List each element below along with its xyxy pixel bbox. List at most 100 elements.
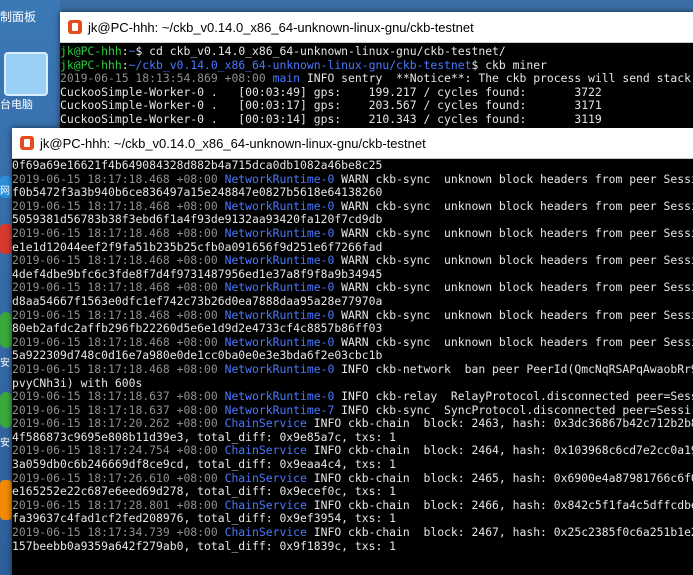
window-title-front: jk@PC-hhh: ~/ckb_v0.14.0_x86_64-unknown-… xyxy=(40,135,426,151)
terminal-text-segment: 2019-06-15 18:17:34.739 +08:00 xyxy=(12,525,225,540)
terminal-text-segment: 4f586873c9695e808b11d39e3, total_diff: 0… xyxy=(12,429,397,444)
terminal-text-segment: ChainService xyxy=(224,525,307,540)
terminal-line: e1e1d12044eef2f9fa51b235b25cfb0a091656f9… xyxy=(12,239,693,255)
terminal-text-segment: 2019-06-15 18:17:28.801 +08:00 xyxy=(12,497,225,512)
terminal-text-segment: fa39637c4fad1cf2fed208976, total_diff: 0… xyxy=(12,511,397,526)
terminal-text-segment: e1e1d12044eef2f9fa51b235b25cfb0a091656f9… xyxy=(12,239,383,254)
terminal-text-segment: 2019-06-15 18:17:18.468 +08:00 xyxy=(12,225,225,240)
terminal-text-segment: 2019-06-15 18:13:54.869 +08:00 xyxy=(60,71,273,86)
terminal-line: 5059381d56783b38f3ebd6f1a4f93de9132aa934… xyxy=(12,213,693,227)
security-app-icon[interactable] xyxy=(0,312,12,348)
terminal-line: fa39637c4fad1cf2fed208976, total_diff: 0… xyxy=(12,512,693,526)
terminal-text-segment: 0f69a69e16621f4b649084328d882b4a715dca0d… xyxy=(12,159,383,172)
terminal-line: e165252e22c687e6eed69d278, total_diff: 0… xyxy=(12,484,693,499)
terminal-text-segment: WARN ckb-sync unknown block headers from… xyxy=(334,307,693,322)
terminal-text-segment: 2019-06-15 18:17:18.637 +08:00 xyxy=(12,402,225,417)
terminal-line: 2019-06-15 18:17:18.468 +08:00 NetworkRu… xyxy=(12,281,693,295)
terminal-text-segment: INFO ckb-chain block: 2467, hash: 0x25c2… xyxy=(306,525,693,540)
terminal-text-segment: WARN ckb-sync unknown block headers from… xyxy=(334,280,693,295)
terminal-text-segment: INFO ckb-chain block: 2465, hash: 0x6900… xyxy=(306,470,693,485)
terminal-text-segment: NetworkRuntime-0 xyxy=(224,198,335,213)
terminal-text-segment: ChainService xyxy=(224,497,307,512)
terminal-line: 2019-06-15 18:17:28.801 +08:00 ChainServ… xyxy=(12,497,693,513)
title-bar-front[interactable]: jk@PC-hhh: ~/ckb_v0.14.0_x86_64-unknown-… xyxy=(12,128,693,159)
terminal-line: 2019-06-15 18:17:18.468 +08:00 NetworkRu… xyxy=(12,307,693,323)
terminal-text-segment: d8aa54667f1563e0dfc1ef742c73b26d0ea7888d… xyxy=(12,293,383,308)
terminal-text-segment: NetworkRuntime-7 xyxy=(224,402,335,417)
terminal-line: jk@PC-hhh:~/ckb_v0.14.0_x86_64-unknown-l… xyxy=(60,57,693,73)
terminal-text-segment: CuckooSimple-Worker-0 . [00:03:49] gps: … xyxy=(60,84,602,99)
terminal-text-segment: NetworkRuntime-0 xyxy=(224,389,335,404)
security-app-icon-2[interactable] xyxy=(0,392,12,428)
terminal-output-back[interactable]: jk@PC-hhh:~$ cd ckb_v0.14.0_x86_64-unkno… xyxy=(60,43,693,127)
terminal-text-segment: ~/ckb_v0.14.0_x86_64-unknown-linux-gnu/c… xyxy=(128,57,472,72)
terminal-line: 0f69a69e16621f4b649084328d882b4a715dca0d… xyxy=(12,159,693,173)
terminal-text-segment: INFO ckb-sync SyncProtocol.disconnected … xyxy=(334,402,691,417)
terminal-text-segment: 2019-06-15 18:17:26.610 +08:00 xyxy=(12,470,225,485)
terminal-line: 2019-06-15 18:17:18.637 +08:00 NetworkRu… xyxy=(12,402,693,418)
terminal-text-segment: CuckooSimple-Worker-0 . [00:03:14] gps: … xyxy=(60,111,602,126)
terminal-text-segment: jk@PC-hhh xyxy=(60,57,122,72)
terminal-text-segment: main xyxy=(272,71,301,86)
terminal-text-segment: INFO ckb-chain block: 2464, hash: 0x1039… xyxy=(306,443,693,458)
terminal-line: CuckooSimple-Worker-0 . [00:03:14] gps: … xyxy=(60,111,693,127)
terminal-text-segment: 2019-06-15 18:17:24.754 +08:00 xyxy=(12,443,225,458)
terminal-line: 2019-06-15 18:17:18.468 +08:00 NetworkRu… xyxy=(12,225,693,241)
terminal-text-segment: NetworkRuntime-0 xyxy=(224,171,335,186)
terminal-text-segment: NetworkRuntime-0 xyxy=(224,307,335,322)
computer-icon-label: 台电脑 xyxy=(0,99,33,111)
terminal-text-segment: 2019-06-15 18:17:18.468 +08:00 xyxy=(12,171,225,186)
title-bar-back[interactable]: jk@PC-hhh: ~/ckb_v0.14.0_x86_64-unknown-… xyxy=(60,12,693,43)
terminal-text-segment: e165252e22c687e6eed69d278, total_diff: 0… xyxy=(12,484,397,499)
window-title-back: jk@PC-hhh: ~/ckb_v0.14.0_x86_64-unknown-… xyxy=(88,19,474,35)
app-icon-red[interactable] xyxy=(0,224,12,254)
terminal-text-segment: ChainService xyxy=(224,470,307,485)
terminal-line: 2019-06-15 18:17:18.468 +08:00 NetworkRu… xyxy=(12,171,693,187)
terminal-line: 2019-06-15 18:17:26.610 +08:00 ChainServ… xyxy=(12,470,693,486)
terminal-text-segment: INFO ckb-chain block: 2463, hash: 0x3dc3… xyxy=(306,416,693,431)
terminal-text-segment: WARN ckb-sync unknown block headers from… xyxy=(334,171,693,186)
app-icon-orange[interactable] xyxy=(0,480,12,520)
terminal-text-segment: NetworkRuntime-0 xyxy=(224,334,335,349)
terminal-line: 2019-06-15 18:17:20.262 +08:00 ChainServ… xyxy=(12,416,693,431)
ubuntu-terminal-icon xyxy=(68,20,82,34)
terminal-output-front[interactable]: 0f69a69e16621f4b649084328d882b4a715dca0d… xyxy=(12,159,693,553)
terminal-line: 2019-06-15 18:17:24.754 +08:00 ChainServ… xyxy=(12,444,693,458)
terminal-text-segment: 2019-06-15 18:17:18.468 +08:00 xyxy=(12,198,225,213)
terminal-text-segment: : xyxy=(121,57,129,72)
terminal-text-segment: 2019-06-15 18:17:18.637 +08:00 xyxy=(12,389,225,404)
terminal-text-segment: pvyCNh3i) with 600s xyxy=(12,375,143,390)
terminal-text-segment: NetworkRuntime-0 xyxy=(224,280,335,295)
terminal-text-segment: WARN ckb-sync unknown block headers from… xyxy=(334,334,693,349)
terminal-text-segment: 2019-06-15 18:17:18.468 +08:00 xyxy=(12,307,225,322)
terminal-text-segment: jk@PC-hhh xyxy=(60,44,122,58)
terminal-text-segment: INFO ckb-relay RelayProtocol.disconnecte… xyxy=(334,389,693,404)
computer-icon[interactable] xyxy=(4,52,48,96)
terminal-text-segment: f0b5472f3a3b940b6ce836497a15e248847e0827… xyxy=(12,185,383,200)
terminal-text-segment: 2019-06-15 18:17:18.468 +08:00 xyxy=(12,361,225,376)
terminal-line: CuckooSimple-Worker-0 . [00:03:49] gps: … xyxy=(60,84,693,100)
terminal-text-segment: 5a922309d748c0d16e7a980e0de1cc0ba0e0e3e3… xyxy=(12,348,383,363)
terminal-text-segment: NetworkRuntime-0 xyxy=(224,225,335,240)
terminal-text-segment: : xyxy=(121,44,129,58)
terminal-line: CuckooSimple-Worker-0 . [00:03:17] gps: … xyxy=(60,99,693,113)
terminal-text-segment: WARN ckb-sync unknown block headers from… xyxy=(334,225,693,240)
terminal-line: 80eb2afdc2affb296fb22260d5e6e1d9d2e4733c… xyxy=(12,321,693,336)
terminal-text-segment: ChainService xyxy=(224,416,307,431)
terminal-line: f0b5472f3a3b940b6ce836497a15e248847e0827… xyxy=(12,185,693,200)
terminal-line: 2019-06-15 18:17:34.739 +08:00 ChainServ… xyxy=(12,525,693,540)
terminal-line: d8aa54667f1563e0dfc1ef742c73b26d0ea7888d… xyxy=(12,293,693,309)
terminal-text-segment: CuckooSimple-Worker-0 . [00:03:17] gps: … xyxy=(60,98,602,113)
terminal-text-segment: 4def4dbe9bfc6c3fde8f7d4f9731487956ed1e37… xyxy=(12,266,383,281)
terminal-text-segment: INFO sentry **Notice**: The ckb process … xyxy=(300,71,691,86)
terminal-window-front[interactable]: jk@PC-hhh: ~/ckb_v0.14.0_x86_64-unknown-… xyxy=(12,128,693,575)
terminal-line: 2019-06-15 18:17:18.637 +08:00 NetworkRu… xyxy=(12,389,693,404)
terminal-text-segment: 2019-06-15 18:17:20.262 +08:00 xyxy=(12,416,225,431)
terminal-window-back[interactable]: jk@PC-hhh: ~/ckb_v0.14.0_x86_64-unknown-… xyxy=(60,12,693,132)
terminal-text-segment: NetworkRuntime-0 xyxy=(224,361,335,376)
terminal-line: 2019-06-15 18:13:54.869 +08:00 main INFO… xyxy=(60,71,693,86)
terminal-line: 4f586873c9695e808b11d39e3, total_diff: 0… xyxy=(12,429,693,445)
terminal-text-segment: 5059381d56783b38f3ebd6f1a4f93de9132aa934… xyxy=(12,212,383,227)
terminal-text-segment: 2019-06-15 18:17:18.468 +08:00 xyxy=(12,253,225,268)
terminal-line: jk@PC-hhh:~$ cd ckb_v0.14.0_x86_64-unkno… xyxy=(60,44,693,59)
